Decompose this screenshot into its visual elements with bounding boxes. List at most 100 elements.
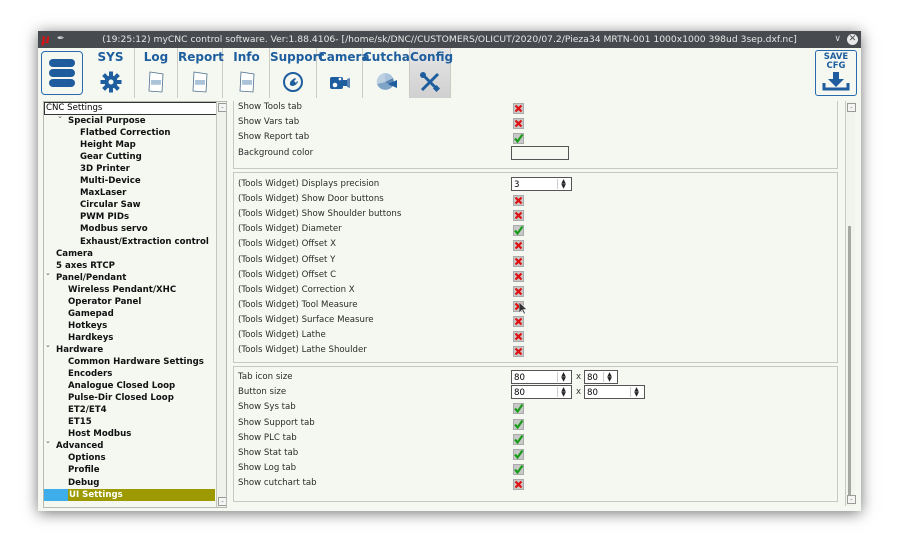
tree-item-hotkeys[interactable]: Hotkeys bbox=[68, 320, 107, 332]
tree-item-3d-printer[interactable]: 3D Printer bbox=[80, 163, 130, 175]
spin-arrows-icon[interactable]: ▲ ▼ bbox=[557, 387, 569, 398]
tree-item-circular-saw[interactable]: Circular Saw bbox=[80, 199, 141, 211]
tree-item-multi-device[interactable]: Multi-Device bbox=[80, 175, 141, 187]
tree-item-height-map[interactable]: Height Map bbox=[80, 139, 136, 151]
checkbox-tools-widget-offset-y[interactable] bbox=[513, 255, 524, 267]
camera-icon bbox=[328, 70, 352, 94]
tab-report[interactable]: Report bbox=[178, 48, 224, 98]
spin-arrows-icon[interactable]: ▲ ▼ bbox=[630, 387, 642, 398]
tree-item-host-modbus[interactable]: Host Modbus bbox=[68, 428, 131, 440]
tree-item-5-axes-rtcp[interactable]: 5 axes RTCP bbox=[56, 260, 115, 272]
scroll-down-icon[interactable]: - bbox=[847, 495, 856, 504]
tab-label: Info bbox=[233, 50, 260, 64]
checkbox-tools-widget-surface-measure[interactable] bbox=[513, 315, 524, 327]
tab-label: Report bbox=[178, 50, 224, 64]
checkbox-tools-widget-show-door-buttons[interactable] bbox=[513, 195, 524, 207]
close-icon[interactable]: ✕ bbox=[847, 34, 858, 45]
checkbox-tools-widget-offset-x[interactable] bbox=[513, 240, 524, 252]
label-tools-widget-offset-x: (Tools Widget) Offset X bbox=[238, 239, 337, 250]
tree-item-hardware[interactable]: Hardware bbox=[56, 344, 103, 356]
tab-cutchart[interactable]: Cutchart bbox=[363, 48, 422, 98]
scroll-up-icon[interactable]: - bbox=[218, 103, 226, 112]
checkbox-tools-widget-correction-x[interactable] bbox=[513, 285, 524, 297]
expand-arrow-icon[interactable]: ⌄ bbox=[45, 437, 51, 445]
tree-item-et2-et4[interactable]: ET2/ET4 bbox=[68, 404, 107, 416]
tree-item-common-hardware-settings[interactable]: Common Hardware Settings bbox=[68, 356, 204, 368]
tree-item-wireless-pendant-xhc[interactable]: Wireless Pendant/XHC bbox=[68, 284, 176, 296]
tab-info[interactable]: Info bbox=[224, 48, 270, 98]
label-tab-icon-size: Tab icon size bbox=[238, 372, 293, 382]
expand-arrow-icon[interactable]: ⌄ bbox=[45, 341, 51, 349]
tab-label: Config bbox=[410, 50, 454, 64]
tree-item-ui-settings[interactable]: UI Settings bbox=[44, 488, 215, 501]
tree-item-special-purpose[interactable]: Special Purpose bbox=[68, 115, 146, 127]
expand-arrow-icon[interactable]: ⌄ bbox=[57, 112, 63, 120]
checkbox-tools-widget-show-shoulder-buttons[interactable] bbox=[513, 210, 524, 222]
label-tools-widget-diameter: (Tools Widget) Diameter bbox=[238, 224, 342, 235]
checkbox-tools-widget-diameter[interactable] bbox=[513, 225, 524, 237]
checkbox-tools-widget-offset-c[interactable] bbox=[513, 270, 524, 282]
tree-item-advanced[interactable]: Advanced bbox=[56, 440, 103, 452]
scroll-down-icon[interactable]: - bbox=[218, 497, 226, 506]
tree-item-profile[interactable]: Profile bbox=[68, 464, 100, 476]
tree-item-pwm-pids[interactable]: PWM PIDs bbox=[80, 211, 129, 223]
tree-item-gamepad[interactable]: Gamepad bbox=[68, 308, 114, 320]
spinbox-button-size-width[interactable]: 80 ▲ ▼ bbox=[511, 385, 572, 400]
tab-config[interactable]: Config bbox=[410, 48, 454, 98]
tree-item-modbus-servo[interactable]: Modbus servo bbox=[80, 223, 148, 235]
content-scrollbar[interactable]: - - bbox=[845, 101, 856, 506]
tab-sys[interactable]: SYS bbox=[87, 48, 135, 98]
checkbox-show-plc-tab[interactable] bbox=[513, 433, 524, 445]
tree-item-exhaust-extraction-control[interactable]: Exhaust/Extraction control bbox=[80, 236, 209, 248]
tree-item-analogue-closed-loop[interactable]: Analogue Closed Loop bbox=[68, 380, 175, 392]
tree-root[interactable]: CNC Settings bbox=[44, 102, 218, 115]
checkbox-show-vars-tab[interactable] bbox=[513, 118, 524, 130]
tree-item-panel-pendant[interactable]: Panel/Pendant bbox=[56, 272, 126, 284]
spinbox-button-size-height[interactable]: 80 ▲ ▼ bbox=[584, 385, 645, 400]
minimize-chevron-icon[interactable]: ∨ bbox=[834, 31, 841, 48]
tab-support[interactable]: Support bbox=[270, 48, 324, 98]
scroll-up-icon[interactable]: - bbox=[847, 103, 856, 112]
spin-value: 80 bbox=[587, 388, 598, 399]
spin-arrows-icon[interactable]: ▲ ▼ bbox=[557, 372, 569, 383]
menu-icon-bar bbox=[49, 69, 75, 77]
save-config-button[interactable]: SAVE CFG bbox=[815, 50, 857, 96]
spinbox-tab-icon-size-width[interactable]: 80 ▲ ▼ bbox=[511, 370, 572, 384]
tree-item-flatbed-correction[interactable]: Flatbed Correction bbox=[80, 127, 171, 139]
checkbox-show-tools-tab[interactable] bbox=[513, 103, 524, 114]
label-show-support-tab: Show Support tab bbox=[238, 417, 315, 428]
tree-item-debug[interactable]: Debug bbox=[68, 477, 99, 489]
tree-item-maxlaser[interactable]: MaxLaser bbox=[80, 187, 126, 199]
tree-item-et15[interactable]: ET15 bbox=[68, 416, 92, 428]
main-menu-button[interactable] bbox=[41, 51, 83, 95]
spin-arrows-icon[interactable]: ▲ ▼ bbox=[557, 179, 569, 190]
checkbox-show-cutchart-tab[interactable] bbox=[513, 479, 524, 491]
checkbox-show-log-tab[interactable] bbox=[513, 464, 524, 476]
background-color-picker[interactable] bbox=[511, 145, 569, 160]
label-tools-widget-lathe: (Tools Widget) Lathe bbox=[238, 330, 326, 340]
tree-item-options[interactable]: Options bbox=[68, 452, 106, 464]
tab-log[interactable]: Log bbox=[135, 48, 178, 98]
checkbox-tools-widget-lathe-shoulder[interactable] bbox=[513, 346, 524, 358]
tree-item-hardkeys[interactable]: Hardkeys bbox=[68, 332, 113, 344]
tree-item-operator-panel[interactable]: Operator Panel bbox=[68, 296, 141, 308]
checkbox-show-sys-tab[interactable] bbox=[513, 403, 524, 415]
label-tools-widget-offset-y: (Tools Widget) Offset Y bbox=[238, 254, 336, 265]
tree-item-gear-cutting[interactable]: Gear Cutting bbox=[80, 151, 142, 163]
checkbox-show-support-tab[interactable] bbox=[513, 418, 524, 430]
tree-item-pulse-dir-closed-loop[interactable]: Pulse-Dir Closed Loop bbox=[68, 392, 174, 404]
expand-arrow-icon[interactable]: ⌄ bbox=[45, 269, 51, 277]
spin-arrows-icon[interactable]: ▲ ▼ bbox=[603, 372, 615, 383]
checkbox-show-stat-tab[interactable] bbox=[513, 449, 524, 460]
tree-item-encoders[interactable]: Encoders bbox=[68, 368, 112, 380]
document-icon bbox=[188, 70, 212, 94]
spinbox-tools-widget-displays-precision[interactable]: 3 ▲ ▼ bbox=[511, 177, 572, 191]
checkbox-tools-widget-lathe[interactable] bbox=[513, 331, 524, 342]
checkbox-show-report-tab[interactable] bbox=[513, 133, 524, 145]
tree-scrollbar[interactable]: - - bbox=[216, 102, 226, 507]
spinbox-tab-icon-size-height[interactable]: 80 ▲ ▼ bbox=[584, 370, 618, 384]
tab-camera[interactable]: Camera bbox=[318, 48, 370, 98]
label-show-log-tab: Show Log tab bbox=[238, 463, 297, 474]
scroll-thumb[interactable] bbox=[848, 226, 851, 498]
tree-item-camera[interactable]: Camera bbox=[56, 248, 93, 260]
